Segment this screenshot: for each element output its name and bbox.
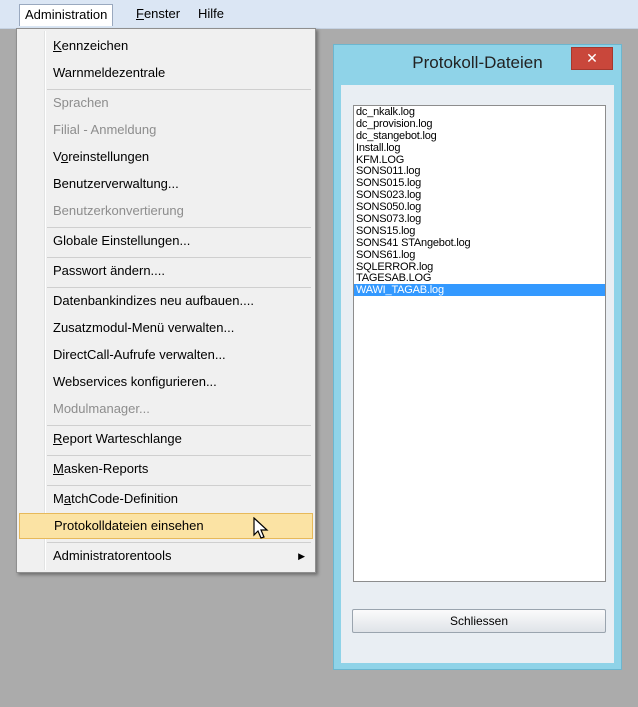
menu-item-report-warteschlange[interactable]: Report Warteschlange	[19, 426, 313, 452]
menu-item-label: tchCode-Definition	[71, 491, 179, 506]
file-list-item[interactable]: SONS073.log	[354, 213, 605, 225]
menu-item-zusatzmodul-menue[interactable]: Zusatzmodul-Menü verwalten...	[19, 315, 313, 341]
menu-item-label: Administratorentools	[53, 548, 172, 563]
close-button[interactable]: ✕	[571, 47, 613, 70]
menu-item-label: eport Warteschlange	[62, 431, 182, 446]
menu-hilfe-label: Hilfe	[198, 6, 225, 21]
menu-item-label: Benutzerkonvertierung	[53, 203, 184, 218]
file-list-item[interactable]: dc_stangebot.log	[354, 130, 605, 142]
menu-fenster[interactable]: Fenster	[131, 4, 185, 24]
schliessen-button[interactable]: Schliessen	[352, 609, 606, 633]
file-list-item[interactable]: SONS023.log	[354, 189, 605, 201]
submenu-arrow-icon: ▶	[298, 551, 305, 561]
menu-item-label: Protokolldateien einsehen	[54, 518, 204, 533]
menu-item-label: Sprachen	[53, 95, 109, 110]
menu-item-label: Passwort ändern....	[53, 263, 165, 278]
administration-dropdown: Kennzeichen Warnmeldezentrale Sprachen F…	[16, 28, 316, 573]
menu-item-webservices[interactable]: Webservices konfigurieren...	[19, 369, 313, 395]
menu-item-matchcode-definition[interactable]: MatchCode-Definition	[19, 486, 313, 512]
file-list-item[interactable]: Install.log	[354, 142, 605, 154]
menu-item-administratorentools[interactable]: Administratorentools ▶	[19, 543, 313, 569]
menu-item-label: Modulmanager...	[53, 401, 150, 416]
menu-item-benutzerverwaltung[interactable]: Benutzerverwaltung...	[19, 171, 313, 197]
dialog-client-area: dc_nkalk.log dc_provision.log dc_stangebot…	[341, 85, 614, 663]
menu-item-label: reinstellungen	[68, 149, 150, 164]
file-list-item[interactable]: SONS011.log	[354, 165, 605, 178]
mnemonic: K	[53, 38, 62, 53]
file-list-item[interactable]: SONS015.log	[354, 177, 605, 189]
menu-item-filial-anmeldung: Filial - Anmeldung	[19, 117, 313, 143]
menu-item-label: Benutzerverwaltung...	[53, 176, 179, 191]
menu-item-masken-reports[interactable]: Masken-Reports	[19, 456, 313, 482]
menu-item-label: ennzeichen	[61, 38, 129, 53]
mnemonic: a	[63, 491, 72, 506]
mnemonic: R	[53, 431, 63, 446]
menu-item-directcall-aufrufe[interactable]: DirectCall-Aufrufe verwalten...	[19, 342, 313, 368]
file-list-item[interactable]: SONS050.log	[354, 201, 605, 213]
menu-item-warnmeldezentrale[interactable]: Warnmeldezentrale	[19, 60, 313, 86]
menu-item-label: Warnmeldezentrale	[53, 65, 166, 80]
menu-item-datenbankindizes[interactable]: Datenbankindizes neu aufbauen....	[19, 288, 313, 314]
menu-item-label: Zusatzmodul-Menü verwalten...	[53, 320, 235, 335]
file-list-item[interactable]: SONS41 STAngebot.log	[354, 237, 605, 249]
menu-fenster-mnemonic: F	[136, 6, 144, 21]
close-icon: ✕	[586, 50, 598, 66]
file-list-item[interactable]: SONS61.log	[354, 249, 605, 261]
file-list-item[interactable]: SONS15.log	[354, 225, 605, 237]
menu-administration-label: Administration	[25, 7, 108, 22]
menu-item-voreinstellungen[interactable]: Voreinstellungen	[19, 144, 313, 170]
menu-item-benutzerkonvertierung: Benutzerkonvertierung	[19, 198, 313, 224]
menu-item-label: Datenbankindizes neu aufbauen....	[53, 293, 254, 308]
menu-item-kennzeichen[interactable]: Kennzeichen	[19, 33, 313, 59]
mouse-cursor-icon	[253, 517, 269, 539]
menu-item-label: DirectCall-Aufrufe verwalten...	[53, 347, 226, 362]
menu-item-label-start: M	[53, 491, 64, 506]
mnemonic: M	[53, 461, 64, 476]
menu-hilfe[interactable]: Hilfe	[193, 4, 229, 24]
protokoll-dateien-dialog: Protokoll-Dateien ✕ dc_nkalk.log dc_provi…	[333, 44, 622, 670]
file-list-item[interactable]: SQLERROR.log	[354, 261, 605, 273]
menu-item-label: asken-Reports	[63, 461, 149, 476]
menu-item-protokolldateien[interactable]: Protokolldateien einsehen	[19, 513, 313, 539]
menu-bar: Administration Fenster Hilfe	[0, 0, 638, 29]
menu-item-label: Filial - Anmeldung	[53, 122, 157, 137]
menu-administration[interactable]: Administration	[19, 4, 114, 26]
menu-item-label-start: V	[53, 149, 61, 164]
file-list-item[interactable]: TAGESAB.LOG	[354, 272, 605, 285]
menu-fenster-label: enster	[143, 6, 181, 21]
menu-item-label: Webservices konfigurieren...	[53, 374, 217, 389]
menu-item-sprachen: Sprachen	[19, 90, 313, 116]
file-list-item[interactable]: dc_nkalk.log	[354, 106, 605, 118]
file-list-item[interactable]: WAWI_TAGAB.log	[354, 284, 605, 296]
menu-item-label: Globale Einstellungen...	[53, 233, 191, 248]
menu-item-modulmanager: Modulmanager...	[19, 396, 313, 422]
menu-item-globale-einstellungen[interactable]: Globale Einstellungen...	[19, 228, 313, 254]
file-list-item[interactable]: KFM.LOG	[354, 154, 605, 166]
file-list-item[interactable]: dc_provision.log	[354, 118, 605, 130]
file-listbox[interactable]: dc_nkalk.log dc_provision.log dc_stangebot…	[353, 105, 606, 582]
menu-item-passwort-aendern[interactable]: Passwort ändern....	[19, 258, 313, 284]
